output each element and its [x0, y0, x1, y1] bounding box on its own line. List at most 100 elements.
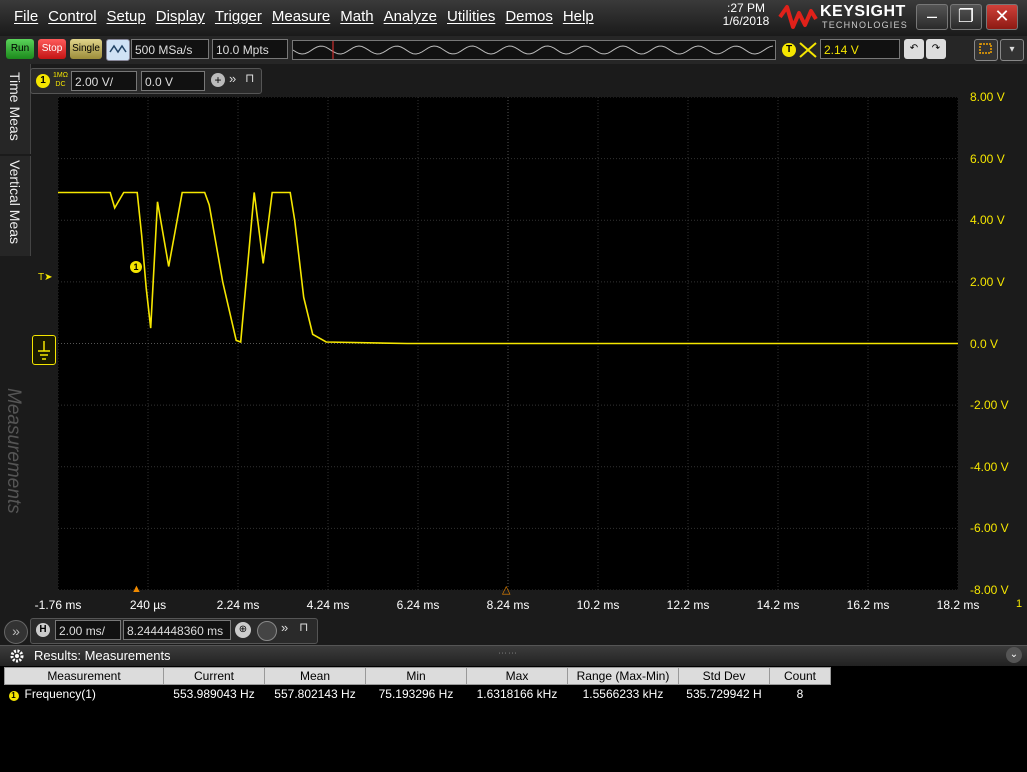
trigger-badge: T: [782, 43, 796, 57]
clock: :27 PM 1/6/2018: [716, 2, 776, 28]
zoom-horizontal-button[interactable]: ⊕: [235, 622, 251, 638]
horizontal-bar[interactable]: H 2.00 ms/ 8.2444448360 ms ⊕ » ⊓: [30, 618, 318, 644]
x-tick-label: 14.2 ms: [756, 598, 800, 612]
redo-button[interactable]: ↷: [926, 39, 946, 59]
menu-item-setup[interactable]: Setup: [107, 8, 146, 25]
toolbar: Run Stop Single 500 MSa/s 10.0 Mpts T 2.…: [0, 36, 1027, 64]
restore-icon: ❐: [957, 6, 975, 26]
expand-icon[interactable]: »: [281, 620, 288, 635]
menu-bar: File Control Setup Display Trigger Measure Mat…: [0, 0, 1027, 36]
x-tick-label: 6.24 ms: [396, 598, 440, 612]
y-tick-label: 6.00 V: [970, 151, 1005, 166]
measurement-name: Frequency(1): [24, 687, 96, 701]
collapse-results-button[interactable]: ⌄: [1006, 647, 1022, 663]
y-tick-label: 8.00 V: [970, 90, 1005, 104]
horizontal-scale-field[interactable]: 2.00 ms/: [55, 620, 121, 640]
channel-1-bar[interactable]: 1 1MΩ DC 2.00 V/ 0.0 V + » ⊓: [30, 68, 262, 94]
y-tick-label: -6.00 V: [970, 521, 1009, 536]
menu-item-trigger[interactable]: Trigger: [215, 8, 262, 25]
column-header[interactable]: Std Dev: [678, 667, 770, 685]
x-tick-label: 240 µs: [129, 598, 167, 612]
channel-badge: 1: [8, 691, 19, 701]
menu-item-help[interactable]: Help: [563, 8, 594, 25]
y-tick-label: -2.00 V: [970, 398, 1009, 413]
zoom-button[interactable]: [974, 39, 998, 61]
menu-item-measure[interactable]: Measure: [272, 8, 330, 25]
channel-scale-field[interactable]: 2.00 V/: [71, 71, 137, 91]
magnifier-icon: ⊕: [238, 624, 248, 635]
time-reference-marker: △: [502, 584, 511, 596]
chevron-down-icon: ⌄: [1009, 649, 1019, 660]
menu-item-display[interactable]: Display: [156, 8, 205, 25]
minimize-button[interactable]: –: [916, 4, 948, 30]
restore-button[interactable]: ❐: [950, 4, 982, 30]
memory-depth-field[interactable]: 10.0 Mpts: [212, 39, 288, 59]
menu-item-utilities[interactable]: Utilities: [447, 8, 495, 25]
brand-name: KEYSIGHT: [820, 3, 906, 20]
menu-item-control[interactable]: Control: [48, 8, 96, 25]
clock-date: 1/6/2018: [722, 14, 770, 28]
x-tick-label: 16.2 ms: [846, 598, 890, 612]
measurement-name-cell: 1 Frequency(1): [5, 685, 164, 704]
channel-1-badge: 1: [36, 74, 50, 88]
minimize-icon: –: [926, 6, 937, 26]
menu-item-analyze[interactable]: Analyze: [384, 8, 437, 25]
x-tick-label: 4.24 ms: [306, 598, 350, 612]
waveform-overview[interactable]: [292, 40, 776, 60]
dropdown-button[interactable]: ▾: [1000, 39, 1024, 61]
close-button[interactable]: ✕: [986, 4, 1018, 30]
menu-item-file[interactable]: File: [14, 8, 38, 25]
add-channel-button[interactable]: +: [211, 73, 225, 87]
timebase-knob-icon[interactable]: [257, 621, 277, 641]
resize-grip-icon[interactable]: ⋯⋯: [498, 648, 518, 659]
channel-coupling: 1MΩ DC: [53, 72, 68, 88]
cell-max: 1.6318166 kHz: [476, 687, 558, 701]
y-tick-label: -8.00 V: [970, 583, 1009, 597]
menu-items: File Control Setup Display Trigger Measure Mat…: [14, 8, 604, 25]
trigger-edge-icon: [799, 42, 817, 58]
gear-icon[interactable]: [8, 648, 26, 664]
column-header[interactable]: Range (Max-Min): [567, 667, 679, 685]
measurements-table: Measurement Current Mean Min Max Range (Max-M…: [4, 667, 831, 703]
column-header[interactable]: Measurement: [4, 667, 164, 685]
column-header[interactable]: Current: [163, 667, 265, 685]
channel-offset-field[interactable]: 0.0 V: [141, 71, 205, 91]
plus-icon: +: [214, 73, 222, 87]
pin-icon[interactable]: ⊓: [299, 620, 308, 634]
close-icon: ✕: [994, 6, 1010, 26]
trigger-time-marker: ▲: [131, 583, 142, 595]
cell-count: 8: [796, 687, 804, 701]
results-header: Results: Measurements ⋯⋯ ⌄: [0, 645, 1027, 666]
single-button[interactable]: Single: [70, 39, 102, 59]
horizontal-position-field[interactable]: 8.2444448360 ms: [123, 620, 231, 640]
column-header[interactable]: Max: [466, 667, 568, 685]
x-tick-label: 18.2 ms: [936, 598, 980, 612]
column-header[interactable]: Count: [769, 667, 831, 685]
keysight-logo-icon: [778, 5, 818, 29]
column-header[interactable]: Min: [365, 667, 467, 685]
tab-time-meas[interactable]: Time Meas: [0, 64, 31, 154]
tab-vertical-meas[interactable]: Vertical Meas: [0, 156, 31, 256]
autoscale-button[interactable]: [106, 39, 130, 61]
trigger-level-marker[interactable]: T➤: [38, 272, 53, 283]
graticule: [58, 97, 958, 590]
menu-item-demos[interactable]: Demos: [505, 8, 553, 25]
table-row[interactable]: 1 Frequency(1) 553.989043 Hz 557.802143 Hz 7…: [5, 685, 831, 704]
x-tick-label: 12.2 ms: [666, 598, 710, 612]
expand-panel-button[interactable]: »: [4, 620, 28, 644]
sample-rate-field[interactable]: 500 MSa/s: [131, 39, 209, 59]
waveform-display[interactable]: [58, 97, 958, 590]
results-title: Results: Measurements: [34, 648, 171, 663]
run-button[interactable]: Run: [6, 39, 34, 59]
column-header[interactable]: Mean: [264, 667, 366, 685]
pin-icon[interactable]: ⊓: [245, 71, 254, 85]
stop-button[interactable]: Stop: [38, 39, 66, 59]
menu-item-math[interactable]: Math: [340, 8, 373, 25]
cell-current: 553.989043 Hz: [173, 687, 255, 701]
trace-channel-badge: 1: [130, 261, 142, 273]
expand-icon[interactable]: »: [229, 71, 236, 86]
ground-reference-marker[interactable]: [32, 335, 56, 365]
channel-indicator: 1: [1016, 598, 1023, 610]
trigger-level-field[interactable]: 2.14 V: [820, 39, 900, 59]
undo-button[interactable]: ↶: [904, 39, 924, 59]
